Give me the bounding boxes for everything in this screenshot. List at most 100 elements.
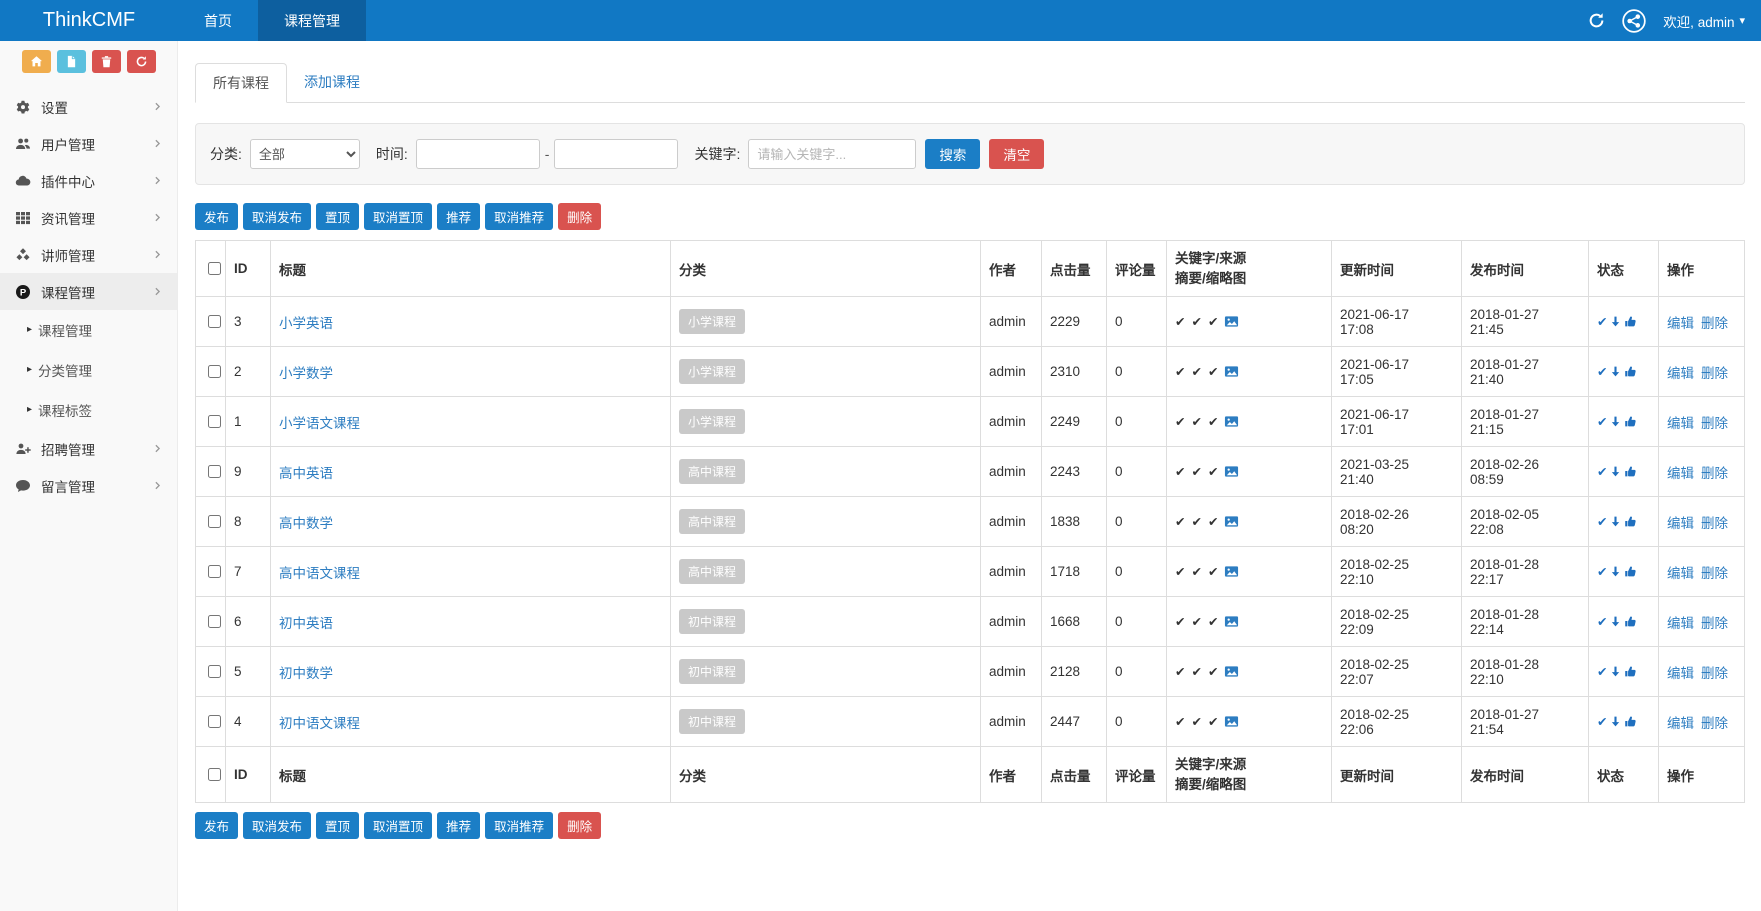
bulk-recommend-button[interactable]: 推荐 [437, 812, 480, 839]
delete-link[interactable]: 删除 [1701, 416, 1728, 431]
nav-item-home[interactable]: 首页 [178, 0, 258, 41]
bulk-publish-button[interactable]: 发布 [195, 203, 238, 230]
status-thumbs-up-icon[interactable] [1624, 564, 1639, 579]
time-to-input[interactable] [554, 139, 678, 169]
row-checkbox[interactable] [208, 615, 221, 628]
status-arrow-down-icon[interactable] [1609, 614, 1624, 629]
tab-add-course[interactable]: 添加课程 [287, 63, 377, 102]
sidebar-item-recruit-management[interactable]: 招聘管理 [0, 430, 177, 467]
status-published-icon[interactable]: ✔ [1597, 315, 1607, 329]
tab-all-courses[interactable]: 所有课程 [195, 63, 287, 103]
sidebar-item-message-management[interactable]: 留言管理 [0, 467, 177, 504]
time-from-input[interactable] [416, 139, 540, 169]
status-arrow-down-icon[interactable] [1609, 714, 1624, 729]
status-thumbs-up-icon[interactable] [1624, 314, 1639, 329]
bulk-unpublish-button[interactable]: 取消发布 [243, 812, 311, 839]
status-published-icon[interactable]: ✔ [1597, 465, 1607, 479]
edit-link[interactable]: 编辑 [1667, 616, 1694, 631]
edit-link[interactable]: 编辑 [1667, 466, 1694, 481]
course-title-link[interactable]: 初中数学 [279, 666, 333, 681]
bulk-recommend-button[interactable]: 推荐 [437, 203, 480, 230]
status-published-icon[interactable]: ✔ [1597, 615, 1607, 629]
sidebar-item-lecturer-management[interactable]: 讲师管理 [0, 236, 177, 273]
status-arrow-down-icon[interactable] [1609, 314, 1624, 329]
edit-link[interactable]: 编辑 [1667, 316, 1694, 331]
status-published-icon[interactable]: ✔ [1597, 365, 1607, 379]
status-arrow-down-icon[interactable] [1609, 664, 1624, 679]
status-published-icon[interactable]: ✔ [1597, 515, 1607, 529]
row-checkbox[interactable] [208, 415, 221, 428]
status-thumbs-up-icon[interactable] [1624, 464, 1639, 479]
select-all-checkbox[interactable] [208, 262, 221, 275]
status-thumbs-up-icon[interactable] [1624, 414, 1639, 429]
course-title-link[interactable]: 高中数学 [279, 516, 333, 531]
status-thumbs-up-icon[interactable] [1624, 664, 1639, 679]
row-checkbox[interactable] [208, 515, 221, 528]
course-title-link[interactable]: 高中英语 [279, 466, 333, 481]
delete-link[interactable]: 删除 [1701, 666, 1728, 681]
bulk-top-button[interactable]: 置顶 [316, 812, 359, 839]
status-published-icon[interactable]: ✔ [1597, 565, 1607, 579]
delete-link[interactable]: 删除 [1701, 316, 1728, 331]
brand-logo[interactable]: ThinkCMF [0, 0, 178, 41]
row-checkbox[interactable] [208, 665, 221, 678]
delete-link[interactable]: 删除 [1701, 366, 1728, 381]
refresh-icon[interactable] [1588, 12, 1605, 29]
status-thumbs-up-icon[interactable] [1624, 714, 1639, 729]
status-arrow-down-icon[interactable] [1609, 364, 1624, 379]
status-published-icon[interactable]: ✔ [1597, 665, 1607, 679]
row-checkbox[interactable] [208, 315, 221, 328]
bulk-top-button[interactable]: 置顶 [316, 203, 359, 230]
bulk-delete-button[interactable]: 删除 [558, 812, 601, 839]
course-title-link[interactable]: 初中英语 [279, 616, 333, 631]
edit-link[interactable]: 编辑 [1667, 516, 1694, 531]
quick-trash-button[interactable] [92, 50, 121, 73]
category-select[interactable]: 全部 [250, 139, 360, 169]
course-title-link[interactable]: 高中语文课程 [279, 566, 360, 581]
sidebar-subitem-category-management[interactable]: ▸ 分类管理 [0, 350, 177, 390]
edit-link[interactable]: 编辑 [1667, 566, 1694, 581]
course-title-link[interactable]: 小学数学 [279, 366, 333, 381]
keyword-input[interactable] [748, 139, 916, 169]
status-published-icon[interactable]: ✔ [1597, 415, 1607, 429]
sidebar-item-news-management[interactable]: 资讯管理 [0, 199, 177, 236]
bulk-unrecommend-button[interactable]: 取消推荐 [485, 203, 553, 230]
bulk-untop-button[interactable]: 取消置顶 [364, 812, 432, 839]
status-published-icon[interactable]: ✔ [1597, 715, 1607, 729]
bulk-delete-button[interactable]: 删除 [558, 203, 601, 230]
delete-link[interactable]: 删除 [1701, 466, 1728, 481]
search-button[interactable]: 搜索 [925, 139, 980, 169]
nav-item-course-management[interactable]: 课程管理 [258, 0, 366, 41]
edit-link[interactable]: 编辑 [1667, 416, 1694, 431]
edit-link[interactable]: 编辑 [1667, 666, 1694, 681]
edit-link[interactable]: 编辑 [1667, 716, 1694, 731]
status-arrow-down-icon[interactable] [1609, 414, 1624, 429]
status-arrow-down-icon[interactable] [1609, 514, 1624, 529]
course-title-link[interactable]: 初中语文课程 [279, 716, 360, 731]
status-arrow-down-icon[interactable] [1609, 464, 1624, 479]
row-checkbox[interactable] [208, 365, 221, 378]
delete-link[interactable]: 删除 [1701, 516, 1728, 531]
sidebar-item-course-management[interactable]: P 课程管理 [0, 273, 177, 310]
user-menu[interactable]: 欢迎, admin ▾ [1663, 11, 1745, 31]
quick-recycle-button[interactable] [127, 50, 156, 73]
sidebar-item-user-management[interactable]: 用户管理 [0, 125, 177, 162]
quick-file-button[interactable] [57, 50, 86, 73]
edit-link[interactable]: 编辑 [1667, 366, 1694, 381]
globe-share-icon[interactable] [1621, 8, 1647, 34]
delete-link[interactable]: 删除 [1701, 616, 1728, 631]
row-checkbox[interactable] [208, 565, 221, 578]
course-title-link[interactable]: 小学语文课程 [279, 416, 360, 431]
sidebar-item-settings[interactable]: 设置 [0, 88, 177, 125]
clear-button[interactable]: 清空 [989, 139, 1044, 169]
status-thumbs-up-icon[interactable] [1624, 364, 1639, 379]
sidebar-subitem-course-management[interactable]: ▸ 课程管理 [0, 310, 177, 350]
delete-link[interactable]: 删除 [1701, 566, 1728, 581]
quick-home-button[interactable] [22, 50, 51, 73]
course-title-link[interactable]: 小学英语 [279, 316, 333, 331]
row-checkbox[interactable] [208, 465, 221, 478]
bulk-publish-button[interactable]: 发布 [195, 812, 238, 839]
row-checkbox[interactable] [208, 715, 221, 728]
status-thumbs-up-icon[interactable] [1624, 614, 1639, 629]
delete-link[interactable]: 删除 [1701, 716, 1728, 731]
